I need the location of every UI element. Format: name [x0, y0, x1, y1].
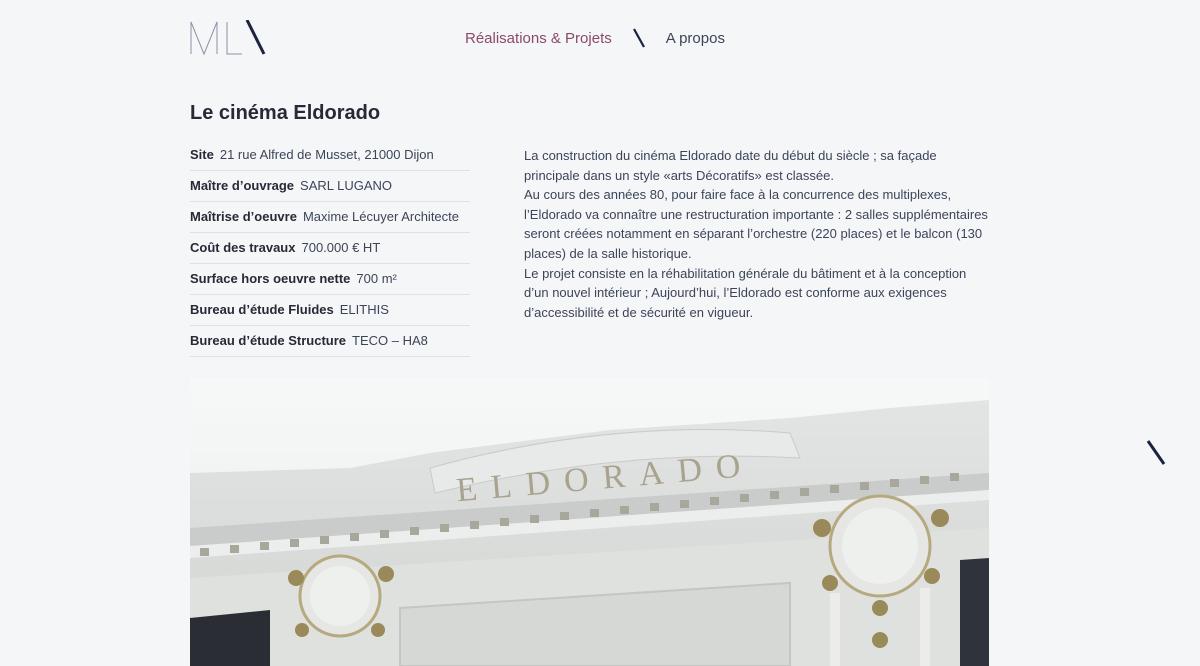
nav-item-about[interactable]: A propos — [666, 30, 725, 47]
spec-label: Bureau d’étude Fluides — [190, 302, 334, 317]
project-description: La construction du cinéma Eldorado date … — [524, 146, 994, 322]
spec-label: Site — [190, 147, 214, 162]
spec-value: 700.000 € HT — [301, 240, 381, 255]
spec-value: ELITHIS — [339, 302, 389, 317]
page-title: Le cinéma Eldorado — [190, 102, 381, 124]
spec-label: Maître d’ouvrage — [190, 178, 295, 193]
spec-row: Bureau d’étude Fluides ELITHIS — [190, 295, 470, 326]
facade-illustration: ELDORADO — [190, 378, 989, 666]
spec-value: 700 m² — [356, 271, 397, 286]
spec-row: Bureau d’étude Structure TECO – HA8 — [190, 326, 470, 357]
spec-row: Surface hors oeuvre nette 700 m² — [190, 264, 470, 295]
project-specs: Site 21 rue Alfred de Musset, 21000 Dijon… — [190, 140, 470, 357]
spec-value: TECO – HA8 — [352, 333, 428, 348]
spec-row: Site 21 rue Alfred de Musset, 21000 Dijon — [190, 140, 470, 171]
project-photo: ELDORADO — [190, 378, 989, 666]
backslash-arrow-icon — [1146, 440, 1166, 465]
spec-row: Maîtrise d’oeuvre Maxime Lécuyer Architec… — [190, 202, 470, 233]
logo-mark-icon — [190, 19, 266, 56]
main-nav: Réalisations & Projets A propos — [465, 28, 725, 48]
spec-label: Surface hors oeuvre nette — [190, 271, 351, 286]
description-paragraph: Au cours des années 80, pour faire face … — [524, 187, 988, 261]
description-paragraph: La construction du cinéma Eldorado date … — [524, 148, 937, 183]
spec-label: Bureau d’étude Structure — [190, 333, 347, 348]
spec-row: Maître d’ouvrage SARL LUGANO — [190, 171, 470, 202]
spec-value: SARL LUGANO — [300, 178, 393, 193]
spec-label: Maîtrise d’oeuvre — [190, 209, 297, 224]
spec-label: Coût des travaux — [190, 240, 296, 255]
spec-value: 21 rue Alfred de Musset, 21000 Dijon — [219, 147, 434, 162]
spec-row: Coût des travaux 700.000 € HT — [190, 233, 470, 264]
description-paragraph: Le projet consiste en la réhabilitation … — [524, 265, 967, 320]
nav-item-projects[interactable]: Réalisations & Projets — [465, 30, 612, 47]
next-project-arrow[interactable] — [1145, 440, 1167, 466]
spec-value: Maxime Lécuyer Architecte — [302, 209, 460, 224]
logo[interactable] — [190, 19, 268, 56]
nav-separator-icon — [632, 28, 645, 48]
